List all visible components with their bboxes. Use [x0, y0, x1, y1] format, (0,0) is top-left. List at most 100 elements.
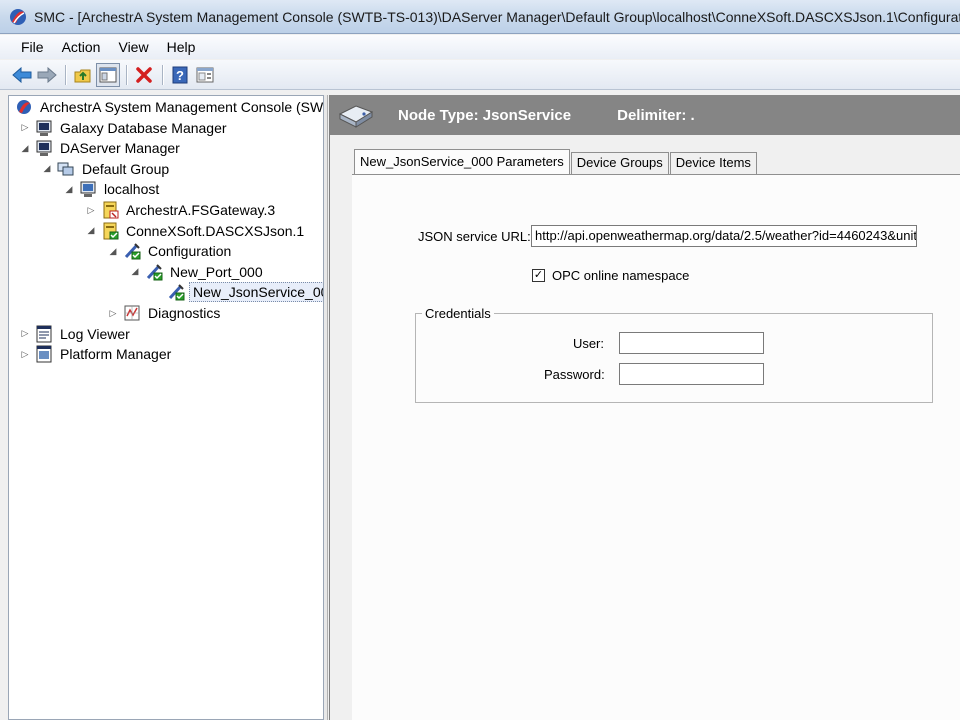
tree-item-label: Galaxy Database Manager	[60, 119, 227, 136]
delete-button[interactable]	[132, 63, 156, 87]
toolbar-separator	[162, 64, 163, 85]
tree-item-label: Default Group	[82, 160, 170, 177]
collapsed-twisty-icon[interactable]: ▷	[107, 307, 119, 319]
help-icon: ?	[172, 66, 188, 83]
group-icon	[57, 162, 74, 176]
node-computer-icon	[80, 181, 96, 198]
smc-root-icon	[17, 100, 31, 114]
password-input[interactable]	[619, 363, 764, 385]
collapsed-twisty-icon[interactable]: ▷	[19, 328, 31, 340]
checkmark-icon: ✓	[533, 269, 544, 281]
delete-icon	[136, 66, 152, 83]
tree-item-label: DAServer Manager	[60, 140, 180, 157]
menu-file[interactable]: File	[12, 36, 53, 58]
computer-icon	[36, 120, 52, 136]
show-hide-tree-icon	[99, 67, 117, 82]
tree-item[interactable]: ◢ DAServer Manager	[19, 138, 183, 158]
user-input[interactable]	[619, 332, 764, 354]
properties-icon	[196, 67, 214, 82]
pane-splitter[interactable]	[324, 95, 328, 720]
json-url-label: JSON service URL:	[418, 229, 531, 244]
back-button[interactable]	[10, 63, 34, 87]
tree-item[interactable]: ▷ Log Viewer	[19, 324, 133, 344]
show-hide-tree-button[interactable]	[96, 62, 120, 87]
tree-item-label: ArchestrA.FSGateway.3	[126, 202, 276, 218]
tree-item[interactable]: ▷ Platform Manager	[19, 344, 174, 364]
tree-item-label: Log Viewer	[60, 325, 130, 342]
delimiter-label: Delimiter: .	[617, 106, 695, 124]
tab-device-groups[interactable]: Device Groups	[570, 152, 669, 174]
window-title: SMC - [ArchestrA System Management Conso…	[34, 8, 960, 25]
opc-namespace-checkbox[interactable]: ✓	[532, 269, 545, 282]
tree-item-label: ConneXSoft.DASCXSJson.1	[126, 222, 305, 239]
opc-namespace-option[interactable]: ✓ OPC online namespace	[532, 268, 689, 283]
window-title-bar[interactable]: SMC - [ArchestrA System Management Conso…	[0, 0, 960, 34]
collapsed-twisty-icon[interactable]: ▷	[19, 122, 31, 134]
expanded-twisty-icon[interactable]: ◢	[85, 225, 97, 237]
tree-item[interactable]: ◢ Default Group	[41, 159, 172, 179]
expanded-twisty-icon[interactable]: ◢	[129, 266, 141, 278]
user-label: User:	[572, 336, 604, 351]
toolbar-separator	[126, 64, 127, 85]
collapsed-twisty-icon[interactable]: ▷	[19, 348, 31, 360]
tab-parameters[interactable]: New_JsonService_000 Parameters	[354, 149, 570, 175]
tree-item[interactable]: ◢ New_Port_000	[129, 262, 266, 282]
menu-bar: File Action View Help	[0, 35, 960, 59]
opc-namespace-label: OPC online namespace	[552, 268, 690, 283]
back-arrow-icon	[12, 66, 32, 83]
forward-button[interactable]	[35, 63, 59, 87]
log-viewer-icon	[36, 325, 52, 343]
configuration-icon	[124, 243, 141, 260]
tree-item-label: New_JsonService_000	[189, 282, 323, 303]
up-one-level-button[interactable]	[71, 63, 95, 87]
properties-button[interactable]	[193, 63, 217, 87]
diagnostics-icon	[124, 305, 140, 321]
up-folder-icon	[74, 69, 91, 82]
daserver-active-icon	[103, 222, 119, 240]
port-icon	[146, 264, 163, 281]
forward-arrow-icon	[37, 66, 57, 83]
tab-strip: New_JsonService_000 Parameters Device Gr…	[354, 149, 758, 175]
tree-item-label: localhost	[104, 181, 160, 198]
toolbar: ?	[0, 60, 960, 90]
tab-device-items[interactable]: Device Items	[669, 152, 757, 174]
node-type-label: Node Type: JsonService	[398, 106, 572, 124]
menu-view[interactable]: View	[109, 36, 157, 58]
tree-item[interactable]: ◢ Configuration	[107, 241, 234, 261]
tree-item[interactable]: New_JsonService_000	[151, 282, 323, 303]
tree-item[interactable]: ▷ Diagnostics	[107, 303, 223, 323]
expanded-twisty-icon[interactable]: ◢	[107, 245, 119, 257]
service-icon	[168, 284, 185, 301]
credentials-legend: Credentials	[422, 306, 494, 321]
no-twisty	[151, 286, 163, 298]
toolbar-separator	[65, 64, 66, 85]
menu-help[interactable]: Help	[158, 36, 205, 58]
node-header: Node Type: JsonService Delimiter: .	[330, 95, 960, 135]
platform-manager-icon	[36, 345, 52, 363]
expanded-twisty-icon[interactable]: ◢	[19, 142, 31, 154]
expanded-twisty-icon[interactable]: ◢	[63, 183, 75, 195]
json-service-node-icon	[338, 105, 374, 128]
tree-item-label: Configuration	[148, 243, 232, 260]
tree-item[interactable]: ▷ Galaxy Database Manager	[19, 118, 230, 138]
computer-icon	[36, 140, 52, 157]
tree-item[interactable]: ArchestrA System Management Console (SWT…	[15, 97, 324, 117]
expanded-twisty-icon[interactable]: ◢	[41, 163, 53, 175]
parameters-panel: JSON service URL: http://api.openweather…	[352, 174, 960, 720]
tree-item[interactable]: ▷ ArchestrA.FSGateway.3	[85, 200, 278, 220]
help-button[interactable]: ?	[168, 63, 192, 87]
daserver-icon	[103, 201, 119, 219]
tree-item-label: New_Port_000	[170, 263, 263, 280]
json-url-input[interactable]: http://api.openweathermap.org/data/2.5/w…	[531, 225, 917, 247]
tree-item[interactable]: ◢ localhost	[63, 179, 162, 199]
tree-item-label: ArchestrA System Management Console (SWT…	[40, 99, 324, 115]
collapsed-twisty-icon[interactable]: ▷	[85, 204, 97, 216]
svg-text:?: ?	[176, 68, 184, 83]
tree-item-label: Platform Manager	[60, 346, 172, 363]
smc-app-icon	[10, 8, 26, 25]
details-pane: Node Type: JsonService Delimiter: . New_…	[329, 95, 960, 720]
tree-item[interactable]: ◢ ConneXSoft.DASCXSJson.1	[85, 221, 307, 241]
menu-action[interactable]: Action	[53, 36, 110, 58]
tree-item-label: Diagnostics	[148, 305, 221, 321]
console-tree[interactable]: ArchestrA System Management Console (SWT…	[8, 95, 324, 720]
